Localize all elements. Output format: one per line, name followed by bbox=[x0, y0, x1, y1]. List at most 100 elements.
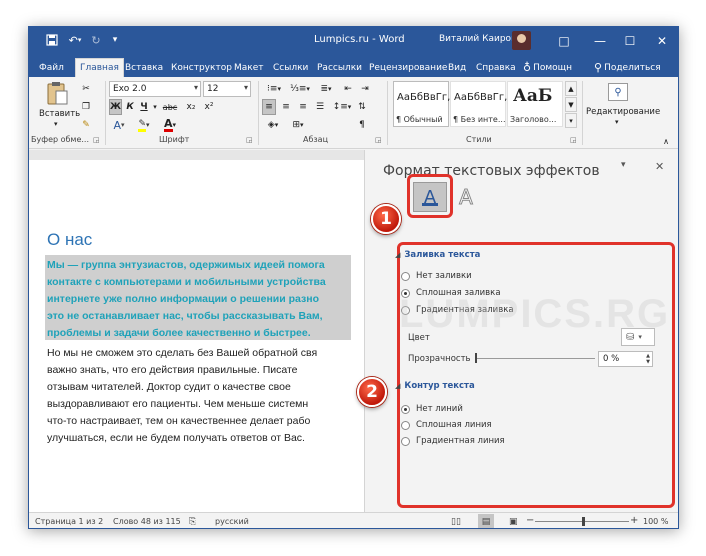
justify-icon[interactable]: ☰ bbox=[313, 99, 327, 115]
selected-paragraph[interactable]: Мы — группа энтузиастов, одержимых идеей… bbox=[47, 257, 367, 342]
cut-icon[interactable]: ✂ bbox=[79, 81, 93, 97]
highlight-icon[interactable]: ✎ ▾ bbox=[133, 117, 155, 133]
tab-references[interactable]: Ссылки bbox=[269, 58, 312, 77]
ribbon-display-options-button[interactable]: □ bbox=[549, 27, 579, 54]
radio-no-fill[interactable]: Нет заливки bbox=[401, 271, 472, 281]
pilcrow-icon[interactable]: ¶ bbox=[355, 117, 369, 133]
format-painter-icon[interactable]: ✎ bbox=[79, 117, 93, 133]
align-center-icon[interactable]: ≡ bbox=[279, 99, 293, 115]
chevron-down-icon[interactable]: ▾ bbox=[621, 160, 626, 170]
copy-icon[interactable]: ❐ bbox=[79, 99, 93, 115]
read-mode-icon[interactable]: ▯▯ bbox=[451, 517, 461, 527]
style-heading-1[interactable]: АаБ Заголово... bbox=[507, 81, 563, 127]
radio-no-line[interactable]: Нет линий bbox=[401, 404, 463, 414]
outline-section-header[interactable]: ◢ Контур текста bbox=[395, 381, 475, 391]
text-effects-icon: A bbox=[459, 185, 474, 210]
chevron-down-icon[interactable]: ▾ bbox=[151, 99, 159, 115]
document-area: О нас Мы — группа энтузиастов, одержимых… bbox=[29, 150, 364, 512]
close-icon[interactable]: ✕ bbox=[655, 160, 664, 173]
radio-solid-line[interactable]: Сплошная линия bbox=[401, 420, 492, 430]
print-layout-icon[interactable]: ▤ bbox=[478, 514, 494, 528]
font-launcher-icon[interactable]: ◲ bbox=[246, 136, 253, 144]
multilevel-list-icon[interactable]: ≣ ▾ bbox=[314, 81, 338, 97]
superscript-button[interactable]: x² bbox=[201, 99, 217, 115]
collapse-ribbon-icon[interactable]: ∧ bbox=[660, 133, 672, 149]
styles-more[interactable]: ▾ bbox=[565, 113, 577, 128]
tab-view[interactable]: Вид bbox=[444, 58, 470, 77]
font-color-icon[interactable]: A ▾ bbox=[159, 117, 181, 133]
tab-layout[interactable]: Макет bbox=[230, 58, 268, 77]
align-left-icon[interactable]: ≡ bbox=[262, 99, 276, 115]
underline-button[interactable]: Ч bbox=[138, 99, 150, 115]
tab-help[interactable]: Справка bbox=[472, 58, 520, 77]
style-no-spacing[interactable]: АаБбВвГг, ¶ Без инте... bbox=[450, 81, 508, 127]
bullets-icon[interactable]: ⁝≡ ▾ bbox=[262, 81, 286, 97]
clipboard-launcher-icon[interactable]: ◲ bbox=[93, 136, 100, 144]
clipboard-group-label: Буфер обме... bbox=[31, 135, 90, 144]
paste-button[interactable]: Вставить ▾ bbox=[37, 81, 80, 131]
tab-review[interactable]: Рецензирование bbox=[365, 58, 451, 77]
maximize-button[interactable]: ☐ bbox=[615, 27, 645, 54]
language[interactable]: русский bbox=[215, 517, 249, 526]
text-effects-tab[interactable]: A bbox=[449, 182, 483, 212]
align-right-icon[interactable]: ≡ bbox=[296, 99, 310, 115]
subscript-button[interactable]: x₂ bbox=[183, 99, 199, 115]
avatar[interactable] bbox=[512, 31, 531, 50]
radio-dot bbox=[401, 404, 410, 414]
redo-icon[interactable]: ↻ bbox=[89, 31, 103, 49]
proofing-icon[interactable]: ⎘ bbox=[189, 517, 196, 527]
radio-dot bbox=[401, 420, 410, 430]
transparency-input[interactable]: 0 % ▲ ▼ bbox=[598, 351, 653, 367]
spinner-icon[interactable]: ▲ ▼ bbox=[646, 353, 650, 365]
borders-icon[interactable]: ⊞ ▾ bbox=[287, 117, 309, 133]
fill-section-header[interactable]: ◢ Заливка текста bbox=[395, 250, 480, 260]
text-effects-icon[interactable]: A ▾ bbox=[109, 117, 129, 133]
font-name-combo[interactable]: Exo 2.0 ▾ bbox=[109, 81, 201, 97]
close-button[interactable]: ✕ bbox=[647, 27, 677, 54]
slider-thumb[interactable] bbox=[475, 353, 477, 363]
save-icon[interactable] bbox=[43, 31, 61, 49]
decrease-indent-icon[interactable]: ⇤ bbox=[341, 81, 355, 97]
tab-mailings[interactable]: Рассылки bbox=[313, 58, 366, 77]
document-page[interactable]: О нас Мы — группа энтузиастов, одержимых… bbox=[29, 160, 364, 512]
bold-button[interactable]: Ж bbox=[109, 99, 122, 115]
editing-button[interactable]: ⚲ Редактирование ▾ bbox=[584, 81, 660, 135]
tab-file[interactable]: Файл bbox=[35, 58, 68, 77]
user-name[interactable]: Виталий Каиров bbox=[439, 34, 516, 44]
increase-indent-icon[interactable]: ⇥ bbox=[358, 81, 372, 97]
undo-icon[interactable]: ↶ ▾ bbox=[65, 31, 85, 49]
tab-design[interactable]: Конструктор bbox=[167, 58, 236, 77]
tab-insert[interactable]: Вставка bbox=[121, 58, 167, 77]
body-paragraph[interactable]: Но мы не сможем это сделать без Вашей об… bbox=[47, 345, 367, 447]
transparency-slider[interactable] bbox=[475, 353, 595, 363]
font-size-combo[interactable]: 12 ▾ bbox=[203, 81, 251, 97]
line-spacing-icon[interactable]: ↕≡ ▾ bbox=[331, 99, 353, 115]
shading-icon[interactable]: ◈ ▾ bbox=[262, 117, 284, 133]
zoom-level[interactable]: 100 % bbox=[643, 517, 668, 526]
styles-launcher-icon[interactable]: ◲ bbox=[570, 136, 577, 144]
sort-icon[interactable]: ⇅ bbox=[355, 99, 369, 115]
share-button[interactable]: ⚲ Поделиться bbox=[590, 58, 665, 77]
strikethrough-button[interactable]: abc bbox=[160, 99, 180, 115]
zoom-out-button[interactable]: − bbox=[526, 515, 534, 526]
zoom-in-button[interactable]: + bbox=[630, 515, 638, 526]
style-preview: АаБбВвГг, bbox=[454, 92, 508, 103]
style-normal[interactable]: АаБбВвГг, ¶ Обычный bbox=[393, 81, 450, 127]
web-layout-icon[interactable]: ▣ bbox=[509, 517, 518, 527]
text-line: улучшаться, если не будем получать ответ… bbox=[47, 432, 305, 444]
customize-icon[interactable]: ▾ bbox=[109, 31, 121, 49]
tab-home[interactable]: Главная bbox=[75, 58, 124, 77]
word-count[interactable]: Слово 48 из 115 bbox=[113, 517, 181, 526]
numbering-icon[interactable]: ⅓≡ ▾ bbox=[288, 81, 312, 97]
styles-scroll-up[interactable]: ▲ bbox=[565, 81, 577, 96]
minimize-button[interactable]: — bbox=[585, 27, 615, 54]
zoom-slider-thumb[interactable] bbox=[582, 517, 585, 526]
tab-tell-me[interactable]: ♁ Помощн bbox=[519, 58, 576, 77]
paragraph-group-label: Абзац bbox=[303, 135, 329, 144]
italic-button[interactable]: К bbox=[124, 99, 136, 115]
title-bar: ↶ ▾ ↻ ▾ Lumpics.ru - Word Виталий Каиров … bbox=[29, 27, 678, 54]
page-count[interactable]: Страница 1 из 2 bbox=[35, 517, 103, 526]
paragraph-launcher-icon[interactable]: ◲ bbox=[375, 136, 382, 144]
radio-gradient-line[interactable]: Градиентная линия bbox=[401, 436, 505, 446]
styles-scroll-down[interactable]: ▼ bbox=[565, 97, 577, 112]
